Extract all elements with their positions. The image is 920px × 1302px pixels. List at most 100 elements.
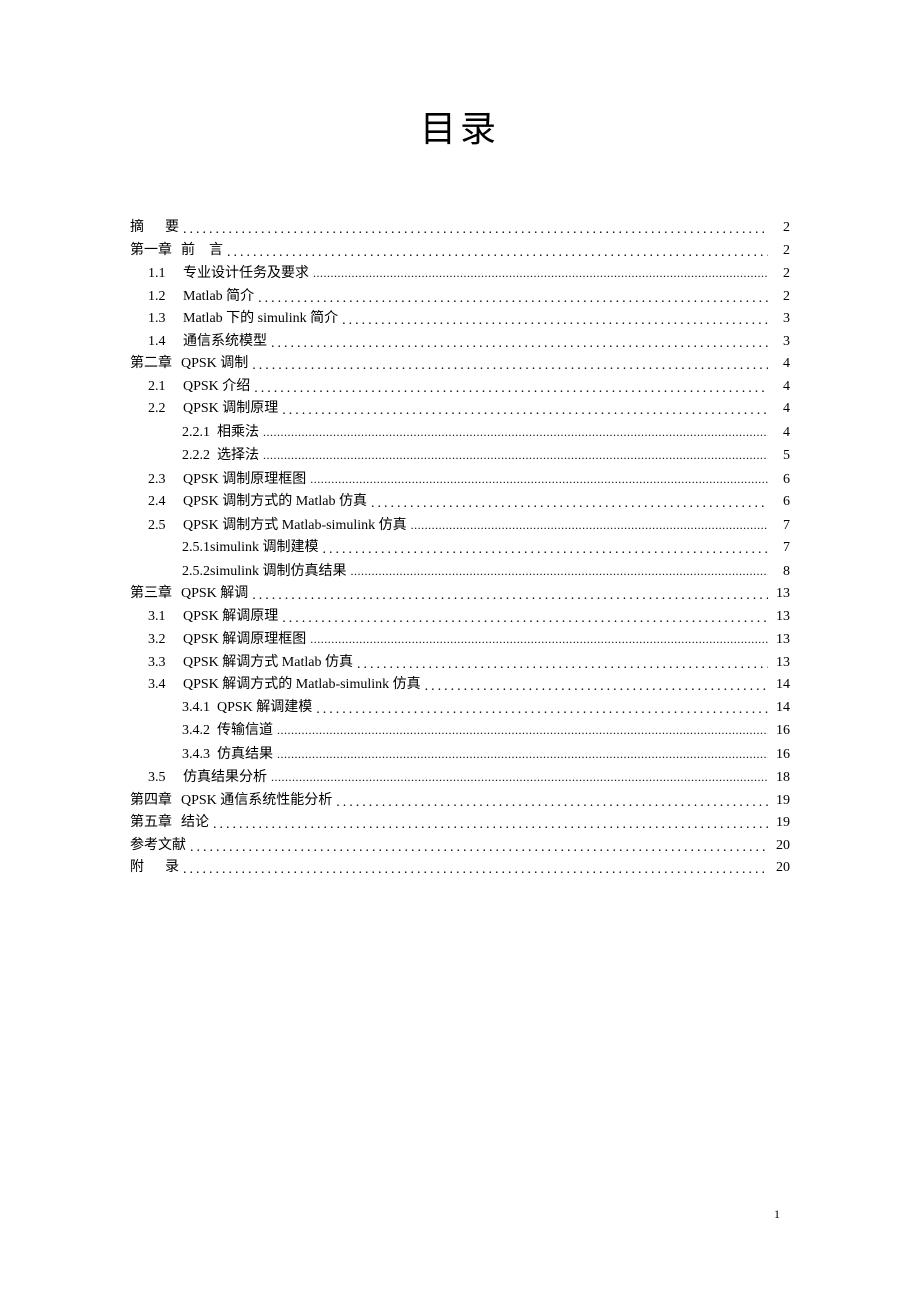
toc-entry-number: 3.3 bbox=[148, 652, 176, 675]
toc-leader-dots bbox=[190, 835, 768, 858]
toc-leader-dots bbox=[258, 286, 768, 309]
toc-entry-number: 3.5 bbox=[148, 767, 176, 790]
toc-leader-dots bbox=[316, 697, 768, 720]
toc-leader-dots bbox=[336, 790, 768, 813]
toc-leader-dots bbox=[342, 308, 768, 331]
toc-leader-dots bbox=[271, 766, 768, 790]
toc-leader-dots bbox=[282, 398, 768, 421]
toc-leader-dots bbox=[371, 491, 768, 514]
toc-leader-dots bbox=[227, 240, 768, 263]
toc-entry-label: QPSK 调制方式 Matlab-simulink 仿真 bbox=[183, 515, 407, 538]
toc-title: 目录 bbox=[130, 100, 790, 152]
toc-entry-label: QPSK 解调方式 Matlab 仿真 bbox=[183, 652, 353, 675]
toc-entry-label: 结论 bbox=[181, 812, 209, 835]
toc-leader-dots bbox=[310, 628, 768, 652]
toc-leader-dots bbox=[183, 857, 768, 880]
toc-entry-page: 7 bbox=[772, 515, 790, 538]
toc-leader-dots bbox=[323, 537, 768, 560]
toc-entry-number: 摘 bbox=[130, 217, 158, 240]
toc-leader-dots bbox=[357, 652, 768, 675]
toc-entry-number: 2.2.1 bbox=[182, 422, 210, 445]
toc-entry-label: 前 言 bbox=[181, 240, 223, 263]
page-number: 1 bbox=[774, 1207, 780, 1222]
toc-entry-label: QPSK 解调原理 bbox=[183, 606, 278, 629]
toc-entry-page: 7 bbox=[772, 537, 790, 560]
toc-entry-page: 6 bbox=[772, 491, 790, 514]
toc-entry-number: 2.5.2 bbox=[182, 561, 210, 584]
toc-entry: 附 录 20 bbox=[130, 857, 790, 880]
toc-entry-label: 专业设计任务及要求 bbox=[183, 263, 309, 286]
toc-entry-label: Matlab 简介 bbox=[183, 286, 254, 309]
toc-entry: 3.4.1 QPSK 解调建模14 bbox=[130, 697, 790, 720]
toc-entry-number: 2.1 bbox=[148, 376, 176, 399]
toc-entry: 2.4 QPSK 调制方式的 Matlab 仿真 6 bbox=[130, 491, 790, 514]
toc-entry-label: simulink 调制建模 bbox=[210, 537, 319, 560]
toc-entry-page: 19 bbox=[772, 812, 790, 835]
toc-entry: 3.4.2 传输信道16 bbox=[130, 719, 790, 743]
toc-leader-dots bbox=[411, 514, 768, 538]
toc-entry-label: QPSK 解调 bbox=[181, 583, 248, 606]
toc-entry-number: 第五章 bbox=[130, 812, 174, 835]
toc-entry-label: QPSK 调制方式的 Matlab 仿真 bbox=[183, 491, 367, 514]
toc-entry-number: 1.4 bbox=[148, 331, 176, 354]
toc-entry-label: 仿真结果分析 bbox=[183, 767, 267, 790]
toc-entry-number: 2.4 bbox=[148, 491, 176, 514]
toc-entry-label: Matlab 下的 simulink 简介 bbox=[183, 308, 338, 331]
toc-entry-page: 16 bbox=[772, 744, 790, 767]
toc-entry-page: 14 bbox=[772, 697, 790, 720]
toc-leader-dots bbox=[425, 674, 768, 697]
toc-entry-label: 通信系统模型 bbox=[183, 331, 267, 354]
toc-entry-page: 4 bbox=[772, 353, 790, 376]
toc-entry: 1.4 通信系统模型 3 bbox=[130, 331, 790, 354]
toc-entry-page: 5 bbox=[772, 445, 790, 468]
toc-entry-page: 3 bbox=[772, 331, 790, 354]
toc-leader-dots bbox=[277, 719, 768, 743]
toc-leader-dots bbox=[183, 217, 768, 240]
toc-entry-number: 2.2.2 bbox=[182, 445, 210, 468]
toc-entry-label: 仿真结果 bbox=[217, 744, 273, 767]
toc-entry-page: 20 bbox=[772, 835, 790, 858]
toc-entry-number: 1.1 bbox=[148, 263, 176, 286]
toc-entry: 参考文献20 bbox=[130, 835, 790, 858]
toc-entry-page: 3 bbox=[772, 308, 790, 331]
toc-entry: 2.5.1 simulink 调制建模 7 bbox=[130, 537, 790, 560]
toc-entry-page: 13 bbox=[772, 629, 790, 652]
toc-leader-dots bbox=[277, 743, 768, 767]
toc-entry-number: 3.4.2 bbox=[182, 720, 210, 743]
toc-entry-page: 19 bbox=[772, 790, 790, 813]
toc-entry: 3.5 仿真结果分析18 bbox=[130, 766, 790, 790]
toc-entry: 第五章 结论 19 bbox=[130, 812, 790, 835]
toc-entry-page: 2 bbox=[772, 286, 790, 309]
toc-entry-label: 相乘法 bbox=[217, 422, 259, 445]
toc-entry-number: 第二章 bbox=[130, 353, 174, 376]
toc-entry-page: 2 bbox=[772, 240, 790, 263]
toc-entry-number: 2.5.1 bbox=[182, 537, 210, 560]
toc-entry: 3.4 QPSK 解调方式的 Matlab-simulink 仿真14 bbox=[130, 674, 790, 697]
toc-entry: 第一章 前 言 2 bbox=[130, 240, 790, 263]
toc-entry: 1.2 Matlab 简介 2 bbox=[130, 286, 790, 309]
toc-entry: 2.5.2 simulink 调制仿真结果8 bbox=[130, 560, 790, 584]
toc-entry: 第二章 QPSK 调制4 bbox=[130, 353, 790, 376]
toc-entry-label: QPSK 调制原理框图 bbox=[183, 469, 306, 492]
toc-entry: 1.1 专业设计任务及要求 2 bbox=[130, 262, 790, 286]
toc-entry-page: 2 bbox=[772, 263, 790, 286]
toc-entry-page: 13 bbox=[772, 583, 790, 606]
toc-entry: 2.2 QPSK 调制原理4 bbox=[130, 398, 790, 421]
toc-entry-label: QPSK 解调原理框图 bbox=[183, 629, 306, 652]
toc-entry: 摘 要2 bbox=[130, 217, 790, 240]
toc-leader-dots bbox=[252, 583, 768, 606]
toc-entry: 第三章 QPSK 解调13 bbox=[130, 583, 790, 606]
toc-entry-label: 传输信道 bbox=[217, 720, 273, 743]
toc-entry-number: 第一章 bbox=[130, 240, 174, 263]
toc-leader-dots bbox=[310, 468, 768, 492]
toc-entry: 2.1 QPSK 介绍4 bbox=[130, 376, 790, 399]
toc-entry-number: 3.4.1 bbox=[182, 697, 210, 720]
toc-entry-number: 1.2 bbox=[148, 286, 176, 309]
toc-entry: 3.1 QPSK 解调原理13 bbox=[130, 606, 790, 629]
toc-entry-label: 录 bbox=[165, 857, 179, 880]
toc-entry-number: 2.5 bbox=[148, 515, 176, 538]
toc-entry: 3.3 QPSK 解调方式 Matlab 仿真13 bbox=[130, 652, 790, 675]
toc-entry: 3.4.3 仿真结果16 bbox=[130, 743, 790, 767]
toc-entry-number: 附 bbox=[130, 857, 158, 880]
toc-entry-page: 20 bbox=[772, 857, 790, 880]
